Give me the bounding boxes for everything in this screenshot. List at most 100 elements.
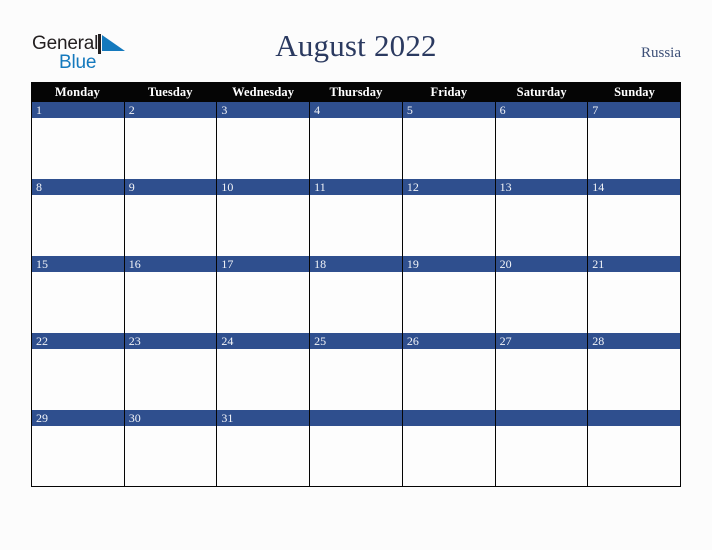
day-notes-area[interactable]	[310, 426, 402, 486]
day-cell[interactable]: 17	[217, 256, 311, 333]
day-number-bar: 30	[124, 410, 217, 426]
day-notes-area[interactable]	[32, 118, 124, 179]
day-cell[interactable]: 20	[495, 256, 589, 333]
page-title: August 2022	[275, 28, 437, 63]
day-cell[interactable]: 6	[495, 102, 589, 179]
day-notes-area[interactable]	[588, 349, 680, 410]
day-cell[interactable]: 27	[495, 333, 589, 410]
day-notes-area[interactable]	[217, 349, 310, 410]
day-cell[interactable]: 13	[495, 179, 589, 256]
day-cell[interactable]: 11	[310, 179, 403, 256]
day-cell[interactable]: 26	[402, 333, 496, 410]
day-notes-area[interactable]	[310, 272, 402, 333]
day-notes-area[interactable]	[495, 272, 588, 333]
day-notes-area[interactable]	[217, 426, 310, 486]
day-notes-area[interactable]	[495, 349, 588, 410]
day-notes-area[interactable]	[217, 195, 310, 256]
day-cell[interactable]: 12	[402, 179, 496, 256]
day-cell-empty[interactable]	[310, 410, 403, 486]
day-notes-area[interactable]	[402, 272, 495, 333]
day-cell[interactable]: 25	[310, 333, 403, 410]
day-number-bar: 9	[124, 179, 217, 195]
day-number: 30	[128, 411, 141, 425]
day-notes-area[interactable]	[310, 195, 402, 256]
day-notes-area[interactable]	[588, 272, 680, 333]
day-cell[interactable]: 23	[124, 333, 218, 410]
day-number: 25	[314, 334, 327, 348]
day-number-bar: 10	[217, 179, 310, 195]
day-notes-area[interactable]	[32, 195, 124, 256]
day-cell-empty[interactable]	[588, 410, 681, 486]
day-cell[interactable]: 2	[124, 102, 218, 179]
day-notes-area[interactable]	[217, 118, 310, 179]
day-notes-area[interactable]	[495, 426, 588, 486]
day-notes-area[interactable]	[32, 349, 124, 410]
day-number-bar: 28	[588, 333, 680, 349]
day-number: 22	[36, 334, 48, 348]
day-cell[interactable]: 9	[124, 179, 218, 256]
weekday-header-row: Monday Tuesday Wednesday Thursday Friday…	[31, 82, 681, 102]
day-notes-area[interactable]	[124, 426, 217, 486]
day-number: 8	[36, 180, 42, 194]
day-number-bar: 25	[310, 333, 402, 349]
day-notes-area[interactable]	[310, 349, 402, 410]
day-notes-area[interactable]	[124, 118, 217, 179]
day-number-bar: 15	[32, 256, 124, 272]
day-cell[interactable]: 10	[217, 179, 311, 256]
day-number: 7	[592, 103, 599, 117]
day-cell[interactable]: 16	[124, 256, 218, 333]
day-number: 17	[221, 257, 234, 271]
day-cell-empty[interactable]	[495, 410, 589, 486]
day-number-bar: 5	[402, 102, 495, 118]
day-cell[interactable]: 24	[217, 333, 311, 410]
day-number: 13	[499, 180, 512, 194]
day-notes-area[interactable]	[402, 426, 495, 486]
day-number: 1	[36, 103, 42, 117]
day-cell[interactable]: 4	[310, 102, 403, 179]
day-notes-area[interactable]	[588, 195, 680, 256]
day-notes-area[interactable]	[588, 118, 680, 179]
day-notes-area[interactable]	[588, 426, 680, 486]
day-number-bar: 20	[495, 256, 588, 272]
day-cell[interactable]: 22	[32, 333, 125, 410]
day-number: 31	[221, 411, 234, 425]
day-number: 11	[314, 180, 326, 194]
day-notes-area[interactable]	[310, 118, 402, 179]
week-row: 1 2 3 4 5 6 7	[31, 102, 681, 179]
day-cell[interactable]: 1	[32, 102, 125, 179]
day-notes-area[interactable]	[124, 349, 217, 410]
day-number: 26	[406, 334, 419, 348]
day-notes-area[interactable]	[495, 118, 588, 179]
day-cell[interactable]: 5	[402, 102, 496, 179]
day-cell[interactable]: 8	[32, 179, 125, 256]
day-number-bar: 4	[310, 102, 402, 118]
day-cell[interactable]: 21	[588, 256, 681, 333]
day-cell[interactable]: 29	[32, 410, 125, 486]
day-notes-area[interactable]	[402, 195, 495, 256]
week-row: 15 16 17 18 19 20 21	[31, 256, 681, 333]
day-cell[interactable]: 30	[124, 410, 218, 486]
day-cell-empty[interactable]	[402, 410, 496, 486]
day-notes-area[interactable]	[124, 195, 217, 256]
day-cell[interactable]: 19	[402, 256, 496, 333]
day-notes-area[interactable]	[402, 118, 495, 179]
day-cell[interactable]: 7	[588, 102, 681, 179]
week-row: 22 23 24 25 26 27 28	[31, 333, 681, 410]
day-notes-area[interactable]	[124, 272, 217, 333]
day-cell[interactable]: 31	[217, 410, 311, 486]
day-cell[interactable]: 18	[310, 256, 403, 333]
day-number-bar: 22	[32, 333, 124, 349]
day-notes-area[interactable]	[495, 195, 588, 256]
day-cell[interactable]: 14	[588, 179, 681, 256]
day-notes-area[interactable]	[32, 426, 124, 486]
day-notes-area[interactable]	[402, 349, 495, 410]
day-number: 6	[499, 103, 506, 117]
day-number-bar: 31	[217, 410, 310, 426]
day-notes-area[interactable]	[217, 272, 310, 333]
weekday-header-tuesday: Tuesday	[147, 84, 193, 99]
day-number: 3	[221, 103, 228, 117]
day-cell[interactable]: 3	[217, 102, 311, 179]
day-cell[interactable]: 15	[32, 256, 125, 333]
day-cell[interactable]: 28	[588, 333, 681, 410]
day-notes-area[interactable]	[32, 272, 124, 333]
